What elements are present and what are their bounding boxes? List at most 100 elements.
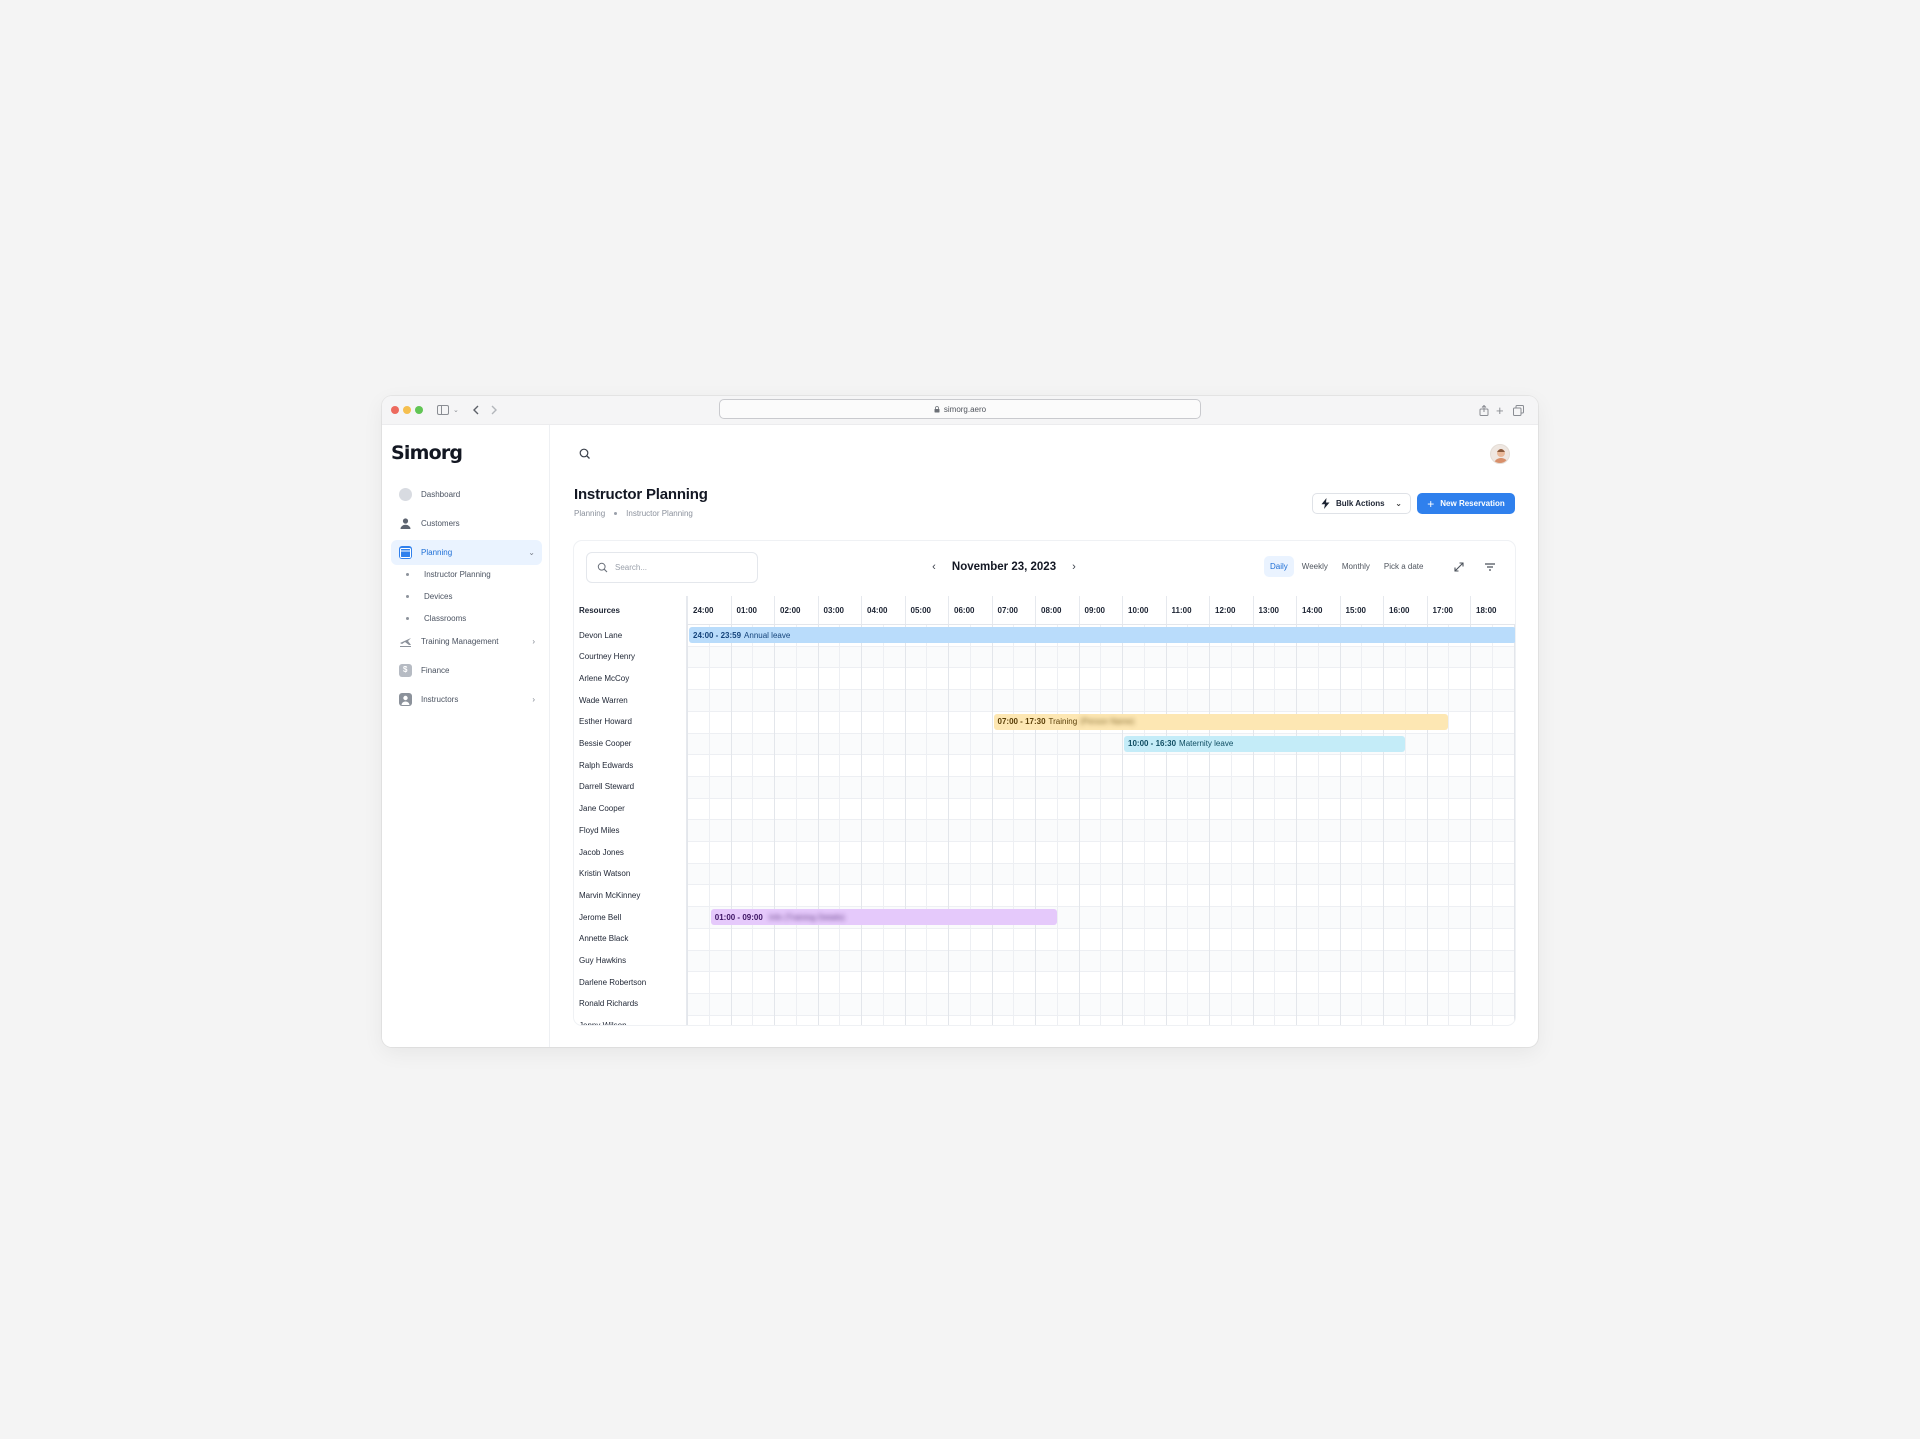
sidebar-item-finance[interactable]: $ Finance (391, 658, 542, 683)
sidebar-toggle-icon[interactable] (437, 403, 449, 417)
resource-name[interactable]: Annette Black (579, 928, 628, 950)
grid-line (1013, 624, 1015, 1025)
browser-toolbar: ⌄ simorg.aero + (382, 396, 1538, 425)
address-bar[interactable]: simorg.aero (719, 399, 1201, 419)
resource-name[interactable]: Jenny Wilson (579, 1015, 627, 1025)
hour-label: 11:00 (1165, 596, 1210, 624)
page-title: Instructor Planning (574, 486, 708, 503)
hour-label: 13:00 (1252, 596, 1297, 624)
event-time: 01:00 - 09:00 (714, 912, 763, 922)
dashboard-icon (399, 488, 412, 501)
bulk-actions-button[interactable]: Bulk Actions ⌄ (1312, 493, 1411, 514)
new-reservation-button[interactable]: + New Reservation (1417, 493, 1515, 514)
resource-name[interactable]: Arlene McCoy (579, 667, 629, 689)
resource-name[interactable]: Ronald Richards (579, 993, 638, 1015)
sidebar-subitem-classrooms[interactable]: Classrooms (391, 609, 542, 627)
grid-line (1078, 624, 1080, 1025)
resource-name[interactable]: Guy Hawkins (579, 950, 626, 972)
grid-line (1165, 624, 1167, 1025)
active-dot-icon (406, 572, 409, 576)
sidebar-item-customers[interactable]: Customers (391, 511, 542, 536)
lightning-icon (1321, 498, 1330, 509)
event-details-redacted: (Person Name) (1080, 717, 1135, 727)
hour-label: 18:00 (1470, 596, 1514, 624)
sidebar-item-instructors[interactable]: Instructors › (391, 687, 542, 712)
sidebar-subitem-devices[interactable]: Devices (391, 587, 542, 605)
lock-icon (934, 405, 940, 412)
main-content: Instructor Planning Planning Instructor … (550, 425, 1538, 1047)
next-day-button[interactable]: › (1069, 561, 1079, 573)
grid-line (1470, 624, 1471, 1025)
grid-line (1296, 624, 1297, 1025)
reservation-event[interactable]: 10:00 - 16:30 Maternity leave (1124, 735, 1405, 752)
tab-weekly[interactable]: Weekly (1296, 556, 1334, 577)
hour-label: 16:00 (1383, 596, 1427, 624)
sidebar-subitem-label: Instructor Planning (424, 569, 491, 579)
search-placeholder: Search... (615, 563, 648, 572)
chevron-down-icon[interactable]: ⌄ (453, 403, 459, 417)
resource-name[interactable]: Devon Lane (579, 624, 622, 646)
reservation-event[interactable]: 07:00 - 17:30 Training (Person Name) (993, 713, 1449, 730)
grid-line (1274, 624, 1276, 1025)
grid-line (948, 624, 949, 1025)
chevron-right-icon[interactable]: › (532, 695, 535, 704)
resource-name[interactable]: Marvin McKinney (579, 884, 640, 906)
sidebar-item-dashboard[interactable]: Dashboard (391, 482, 542, 507)
bullet-icon (406, 616, 409, 620)
sidebar-item-training-management[interactable]: Training Management › (391, 629, 542, 654)
timeline: 24:00 01:00 02:00 03:00 04:00 05:00 06:00 07:00… (687, 596, 1515, 1025)
filter-icon[interactable] (1483, 560, 1497, 574)
reservation-event[interactable]: 01:00 - 09:00 Info (Training Details) (710, 909, 1057, 926)
resource-name[interactable]: Ralph Edwards (579, 754, 633, 776)
expand-icon[interactable] (1452, 560, 1466, 574)
sidebar-item-planning[interactable]: Planning ⌄ (391, 540, 542, 565)
sidebar-item-label: Customers (421, 519, 460, 528)
user-avatar[interactable] (1490, 444, 1510, 464)
resource-name[interactable]: Jacob Jones (579, 841, 624, 863)
resource-name[interactable]: Esther Howard (579, 711, 632, 733)
tab-pick-a-date[interactable]: Pick a date (1378, 556, 1430, 577)
new-tab-icon[interactable]: + (1496, 403, 1504, 417)
event-label: Training (1048, 717, 1078, 727)
sidebar-subitem-instructor-planning[interactable]: Instructor Planning (391, 565, 542, 583)
resource-name[interactable]: Bessie Cooper (579, 733, 631, 755)
hour-label: 10:00 (1122, 596, 1166, 624)
hour-label: 05:00 (904, 596, 949, 624)
resource-name[interactable]: Darrell Steward (579, 776, 634, 798)
resource-name[interactable]: Courtney Henry (579, 646, 635, 668)
app-logo[interactable]: Simorg (391, 442, 463, 464)
grid-line (1448, 624, 1450, 1025)
resource-name[interactable]: Jane Cooper (579, 798, 625, 820)
tab-daily[interactable]: Daily (1264, 556, 1294, 577)
grid-line (730, 624, 732, 1025)
view-switcher: Daily Weekly Monthly Pick a date (1264, 556, 1429, 577)
previous-day-button[interactable]: ‹ (929, 561, 939, 573)
resource-name[interactable]: Wade Warren (579, 689, 628, 711)
close-window-button[interactable] (391, 406, 399, 414)
minimize-window-button[interactable] (403, 406, 411, 414)
maximize-window-button[interactable] (415, 406, 423, 414)
search-icon[interactable] (578, 447, 592, 461)
event-time: 07:00 - 17:30 (997, 717, 1046, 727)
grid-line (1035, 624, 1036, 1025)
grid-line (1230, 624, 1232, 1025)
forward-arrow-icon[interactable] (490, 403, 498, 417)
grid-line (708, 624, 710, 1025)
reservation-event[interactable]: 24:00 - 23:59 Annual leave (689, 627, 1515, 643)
resource-name[interactable]: Darlene Robertson (579, 971, 646, 993)
sidebar-item-label: Training Management (421, 637, 499, 646)
tabs-overview-icon[interactable] (1513, 403, 1524, 417)
share-icon[interactable] (1479, 403, 1489, 417)
resource-name[interactable]: Kristin Watson (579, 863, 630, 885)
back-arrow-icon[interactable] (472, 403, 480, 417)
tab-monthly[interactable]: Monthly (1336, 556, 1376, 577)
breadcrumb-item-planning[interactable]: Planning (574, 509, 605, 518)
url-text: simorg.aero (943, 404, 987, 414)
chevron-right-icon[interactable]: › (532, 637, 535, 646)
grid-line (969, 624, 971, 1025)
resource-search-input[interactable]: Search... (586, 552, 758, 583)
chevron-down-icon[interactable]: ⌄ (528, 548, 535, 557)
resource-name[interactable]: Jerome Bell (579, 906, 621, 928)
resources-column: Resources Devon Lane Courtney Henry Arlene… (574, 596, 687, 1025)
resource-name[interactable]: Floyd Miles (579, 819, 619, 841)
